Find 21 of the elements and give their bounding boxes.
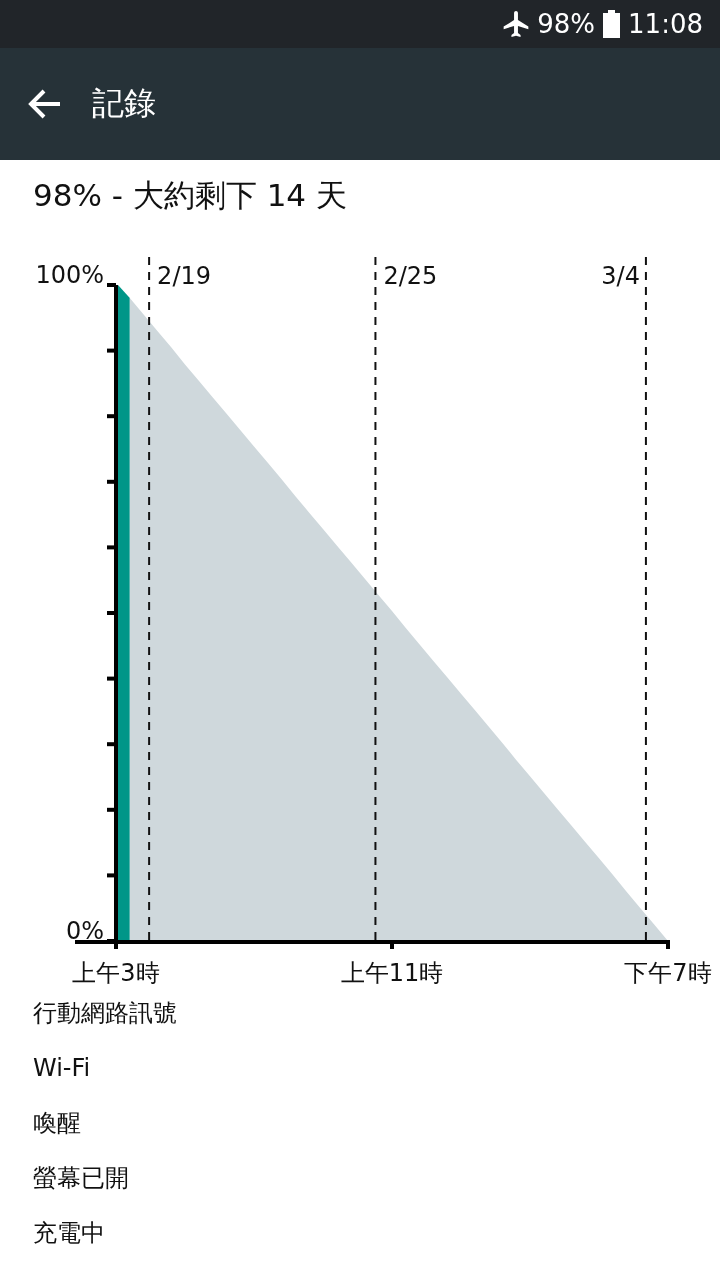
activity-row-label: Wi-Fi	[33, 1053, 91, 1084]
battery-icon	[603, 10, 621, 38]
battery-summary: 98% - 大約剩下 14 天	[33, 177, 347, 213]
y-axis-label: 100%	[35, 261, 104, 289]
activity-row-label: 螢幕已開	[33, 1163, 129, 1194]
date-label: 2/19	[157, 262, 212, 290]
date-label: 2/25	[383, 262, 438, 290]
activity-row-label: 喚醒	[33, 1108, 81, 1139]
back-arrow-icon	[28, 89, 62, 119]
activity-row-label: 充電中	[33, 1218, 105, 1249]
airplane-icon	[503, 11, 530, 37]
activity-row-label: 行動網路訊號	[33, 998, 177, 1029]
x-axis-label: 下午7時	[624, 959, 712, 987]
x-axis-label: 上午3時	[72, 959, 160, 987]
battery-percent: 98%	[537, 9, 596, 39]
y-axis-label: 0%	[65, 917, 104, 945]
x-axis-label: 上午11時	[340, 959, 444, 987]
clock-time: 11:08	[628, 9, 703, 39]
back-button[interactable]	[28, 89, 62, 119]
date-label: 3/4	[601, 262, 640, 290]
screen-title: 記錄	[92, 83, 156, 124]
